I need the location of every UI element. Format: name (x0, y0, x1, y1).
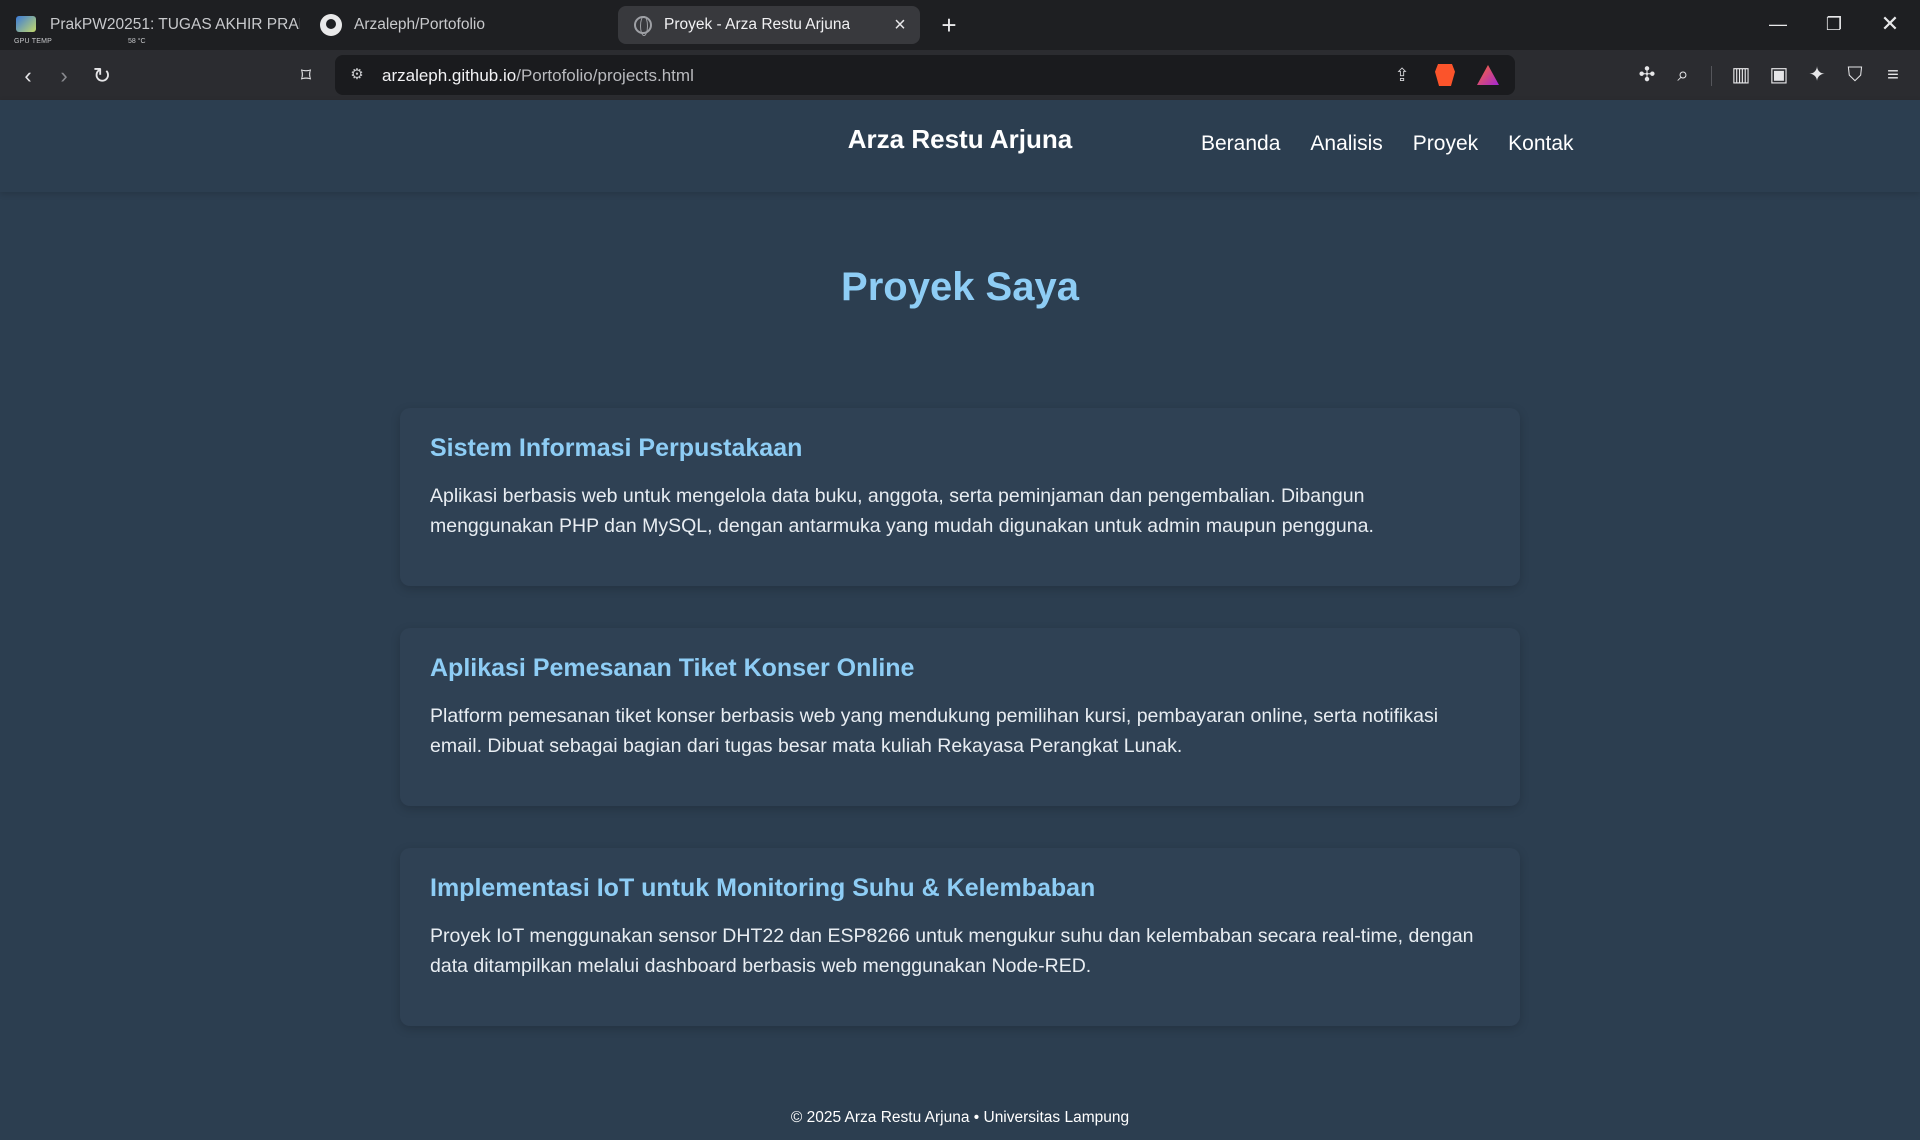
sidebar-icon[interactable]: ▥ (1726, 60, 1756, 90)
tab-github-portofolio[interactable]: Arzaleph/Portofolio (320, 0, 610, 50)
url-domain: arzaleph.github.io (382, 66, 517, 85)
close-window-icon[interactable]: ✕ (1870, 8, 1910, 40)
toolbar-divider (1711, 66, 1712, 86)
project-description: Platform pemesanan tiket konser berbasis… (430, 705, 1439, 757)
back-icon[interactable]: ‹ (12, 60, 44, 92)
wallet-icon[interactable]: ▣ (1764, 60, 1794, 90)
vpn-shield-icon[interactable]: ⛉ (1840, 60, 1870, 90)
site-header: Arza Restu Arjuna Beranda Analisis Proye… (0, 100, 1920, 192)
minimize-icon[interactable]: — (1758, 8, 1798, 40)
project-card: Sistem Informasi Perpustakaan Aplikasi b… (400, 408, 1520, 586)
project-description: Aplikasi berbasis web untuk mengelola da… (430, 485, 1374, 537)
project-card: Aplikasi Pemesanan Tiket Konser Online P… (400, 628, 1520, 806)
browser-tab-bar: GPU TEMP 58 °C PrakPW20251: TUGAS AKHIR … (0, 0, 1920, 50)
gpu-temp-value: 58 °C (128, 38, 146, 45)
url-text[interactable]: arzaleph.github.io/Portofolio/projects.h… (382, 66, 694, 86)
browser-toolbar: ‹ › ↻ ⌑ ⚙ arzaleph.github.io/Portofolio/… (0, 50, 1920, 100)
site-brand: Arza Restu Arjuna (847, 124, 1073, 154)
tab-label: Arzaleph/Portofolio (354, 16, 485, 33)
project-title: Implementasi IoT untuk Monitoring Suhu &… (430, 874, 1096, 902)
close-tab-icon[interactable]: × (888, 13, 912, 37)
github-icon (320, 14, 342, 36)
site-nav: Beranda Analisis Proyek Kontak (1201, 132, 1574, 156)
share-icon[interactable]: ⇪ (1390, 63, 1414, 87)
project-title: Sistem Informasi Perpustakaan (430, 434, 803, 462)
ai-assistant-icon[interactable]: ✦ (1802, 60, 1832, 90)
extensions-icon[interactable]: ✣ (1632, 60, 1662, 90)
restore-icon[interactable]: ❐ (1814, 8, 1854, 40)
tab-label: PrakPW20251: TUGAS AKHIR PRAKTIKUM (50, 16, 300, 33)
page-title: Proyek Saya (841, 265, 1079, 309)
bookmark-icon[interactable]: ⌑ (290, 60, 322, 92)
project-description: Proyek IoT menggunakan sensor DHT22 dan … (430, 925, 1474, 977)
nav-proyek[interactable]: Proyek (1413, 132, 1478, 156)
gpu-icon (16, 16, 36, 32)
menu-icon[interactable]: ≡ (1878, 60, 1908, 90)
search-icon[interactable]: ⌕ (1668, 60, 1698, 90)
site-footer: © 2025 Arza Restu Arjuna • Universitas L… (790, 1109, 1130, 1126)
address-bar[interactable]: ⚙ arzaleph.github.io/Portofolio/projects… (335, 55, 1515, 95)
reload-icon[interactable]: ↻ (86, 60, 118, 92)
gpu-temp-title: GPU TEMP (14, 38, 53, 45)
nav-analisis[interactable]: Analisis (1310, 132, 1382, 156)
nav-kontak[interactable]: Kontak (1508, 132, 1573, 156)
brave-rewards-icon[interactable] (1477, 65, 1499, 85)
nav-beranda[interactable]: Beranda (1201, 132, 1280, 156)
tab-prakpw[interactable]: GPU TEMP 58 °C PrakPW20251: TUGAS AKHIR … (10, 0, 300, 50)
new-tab-button[interactable]: + (934, 10, 964, 40)
url-path: /Portofolio/projects.html (516, 66, 694, 85)
forward-icon[interactable]: › (48, 60, 80, 92)
brave-shields-icon[interactable] (1435, 64, 1455, 86)
tab-label: Proyek - Arza Restu Arjuna (664, 16, 851, 33)
tab-proyek-active[interactable]: Proyek - Arza Restu Arjuna × (618, 6, 920, 44)
project-card: Implementasi IoT untuk Monitoring Suhu &… (400, 848, 1520, 1026)
project-title: Aplikasi Pemesanan Tiket Konser Online (430, 654, 915, 682)
site-info-icon[interactable]: ⚙ (347, 65, 367, 85)
globe-icon (634, 16, 652, 36)
